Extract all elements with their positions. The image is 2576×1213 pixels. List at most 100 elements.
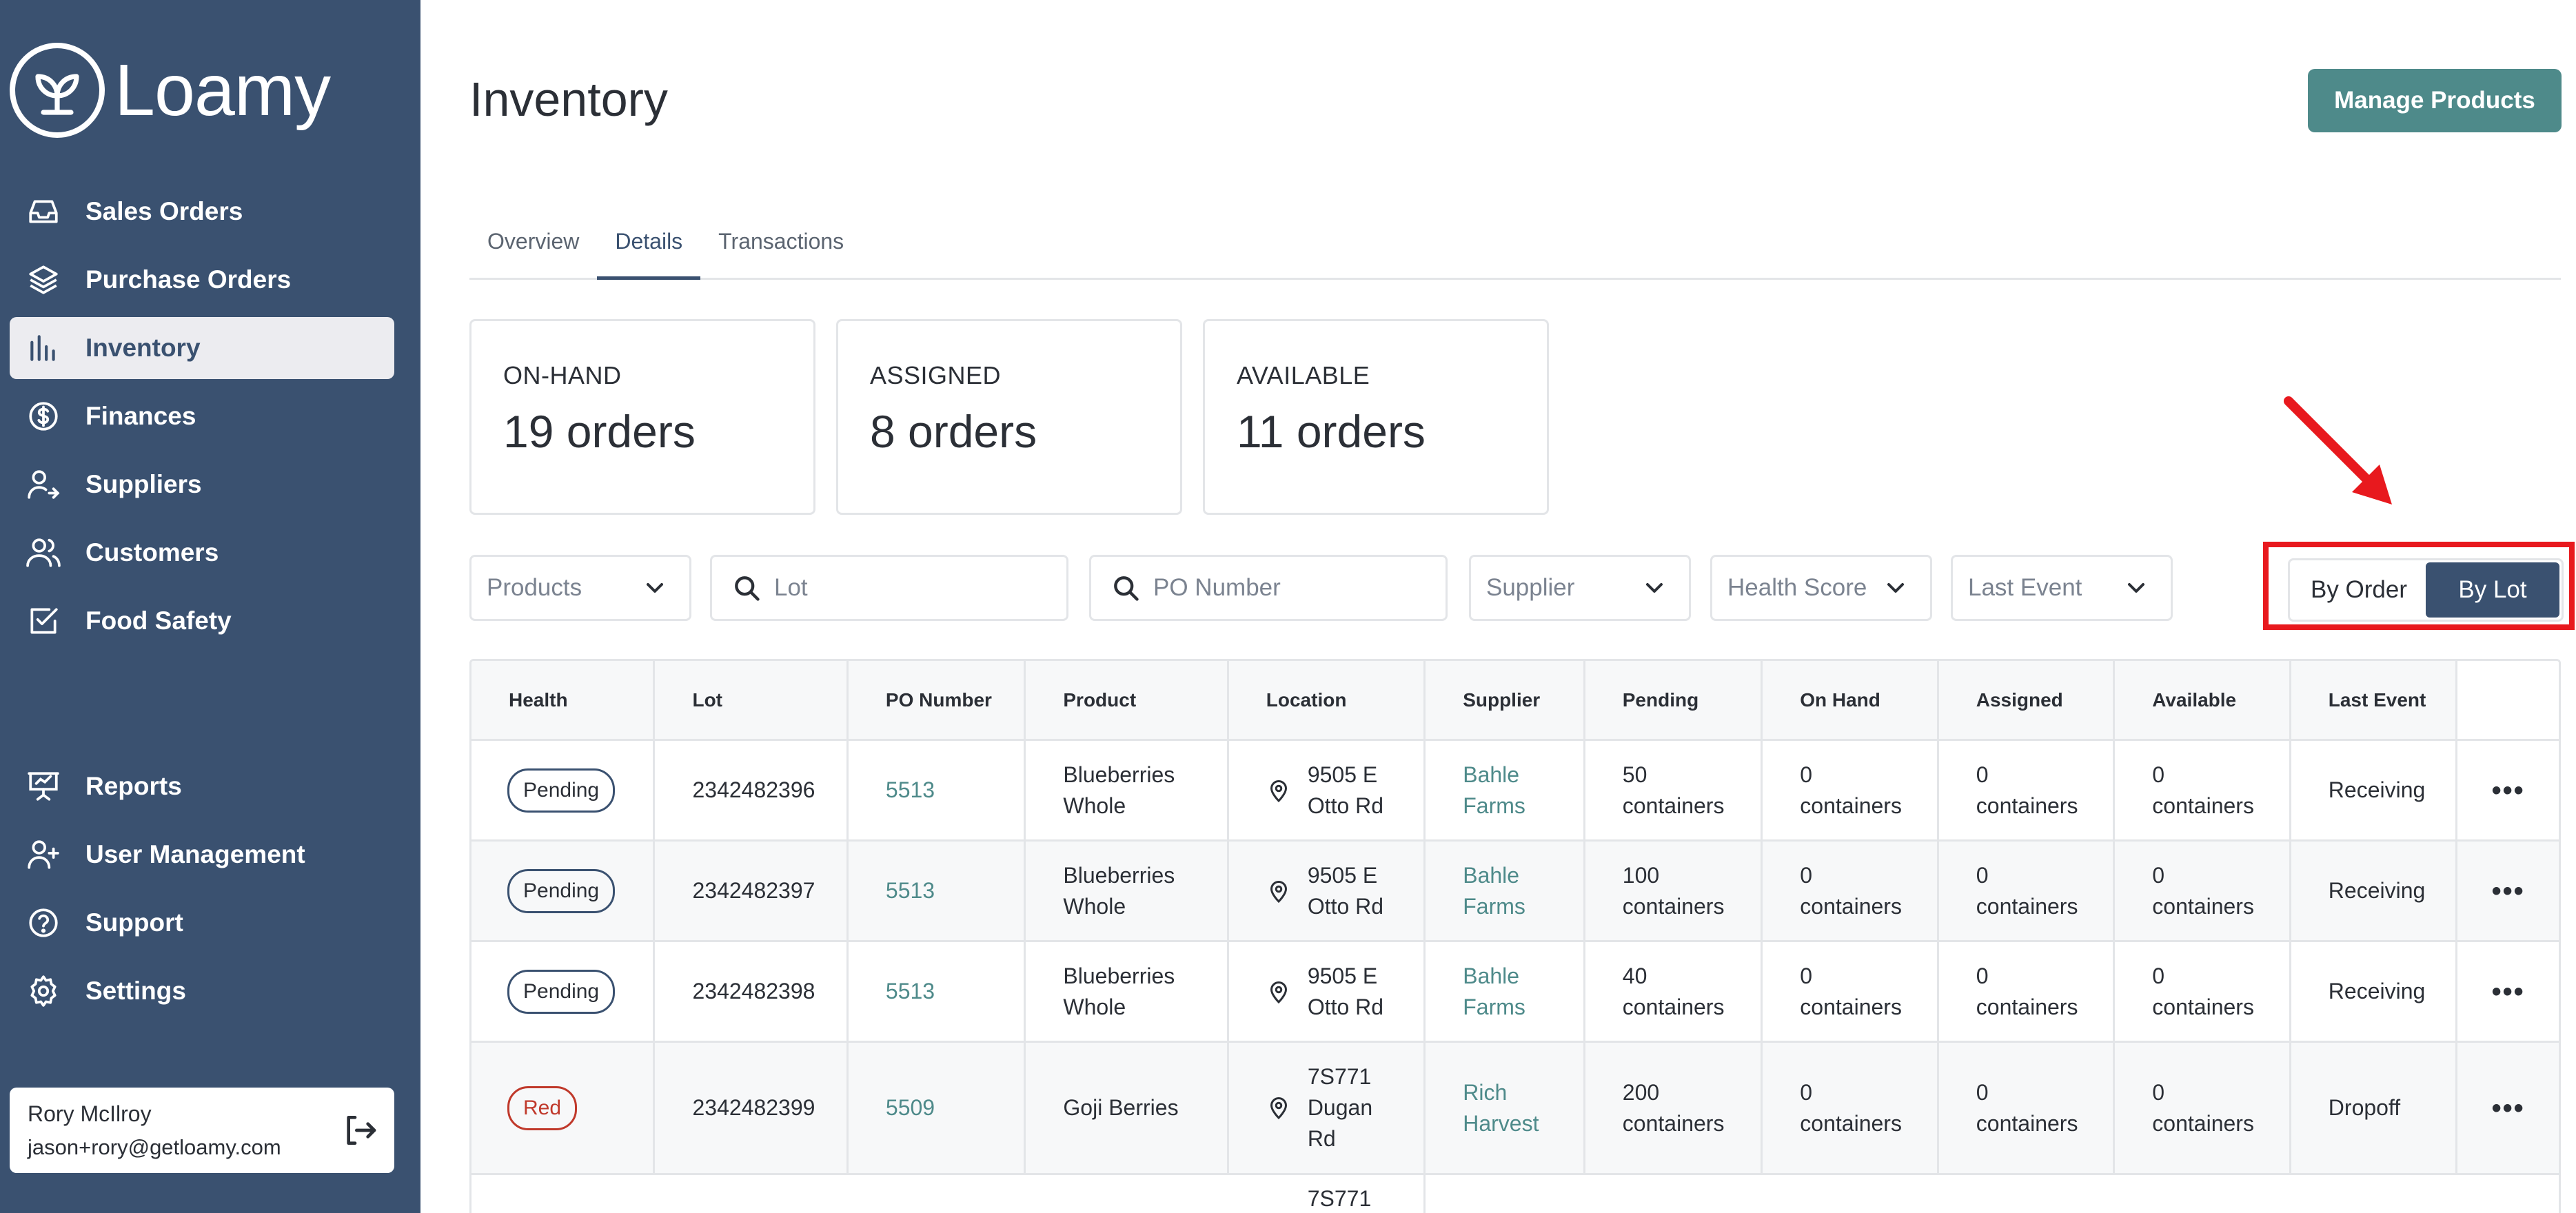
product-line: Blueberries [1063, 862, 1175, 888]
inventory-table: Health Lot PO Number Product Location Su… [469, 659, 2561, 1213]
column-header[interactable]: Assigned [1939, 661, 2116, 739]
location-line: Otto Rd [1307, 893, 1384, 919]
search-icon [1114, 576, 1139, 601]
location-cell: 9505 E Otto Rd [1229, 741, 1426, 839]
column-header[interactable]: Pending [1585, 661, 1763, 739]
po-number-link[interactable]: 5513 [849, 942, 1026, 1041]
column-header[interactable]: Supplier [1426, 661, 1585, 739]
location-cell: 7S771 Dugan Rd [1229, 1043, 1426, 1173]
sidebar-item-support[interactable]: Support [10, 892, 394, 954]
column-header[interactable]: Health [471, 661, 656, 739]
more-options-icon[interactable]: ••• [2457, 741, 2559, 839]
supplier-link[interactable]: Bahle Farms [1426, 741, 1585, 839]
map-pin-icon [1270, 981, 1287, 1003]
supplier-line: Bahle [1463, 862, 1520, 888]
by-lot-button[interactable]: By Lot [2426, 562, 2559, 618]
unit: containers [1622, 793, 1725, 818]
unit: containers [1622, 1110, 1725, 1136]
unit: containers [1622, 893, 1725, 919]
last-event-cell: Receiving [2291, 942, 2458, 1041]
sidebar-item-sales-orders[interactable]: Sales Orders [10, 181, 394, 243]
table-row[interactable]: 7S771 [471, 1175, 2559, 1213]
table-row[interactable]: Pending 2342482397 5513 Blueberries Whole… [471, 842, 2559, 942]
column-header[interactable]: On Hand [1763, 661, 1939, 739]
highlight-box: By Order By Lot [2263, 542, 2575, 630]
red-arrow-annotation [2284, 396, 2392, 504]
location-line: 9505 E [1307, 862, 1378, 888]
last-event-select[interactable]: Last Event [1951, 555, 2173, 621]
location-line: Otto Rd [1307, 994, 1384, 1019]
bar-chart-icon [22, 327, 65, 369]
column-header[interactable]: Lot [655, 661, 849, 739]
unit: containers [1976, 793, 2078, 818]
health-cell: Red [471, 1043, 656, 1173]
tab-transactions[interactable]: Transactions [700, 204, 862, 280]
sidebar-item-label: Food Safety [85, 606, 232, 635]
sidebar-item-purchase-orders[interactable]: Purchase Orders [10, 249, 394, 311]
sidebar-item-user-management[interactable]: User Management [10, 824, 394, 886]
logout-icon[interactable] [341, 1111, 379, 1150]
sidebar-item-label: Settings [85, 977, 186, 1005]
health-cell: Pending [471, 741, 656, 839]
qty: 0 [1976, 862, 1989, 888]
manage-products-button[interactable]: Manage Products [2308, 69, 2562, 132]
map-pin-icon [1270, 779, 1287, 802]
qty: 0 [2152, 963, 2165, 988]
sidebar-item-label: Purchase Orders [85, 265, 292, 294]
tab-overview[interactable]: Overview [469, 204, 597, 280]
check-square-icon [22, 600, 65, 642]
on-hand-cell: 0 containers [1763, 942, 1939, 1041]
card-value: 11 orders [1237, 406, 1426, 457]
column-header[interactable]: PO Number [849, 661, 1026, 739]
more-options-icon[interactable]: ••• [2457, 842, 2559, 940]
leaf-logo-icon [10, 43, 105, 138]
more-options-icon[interactable]: ••• [2457, 1043, 2559, 1173]
product-line: Whole [1063, 994, 1126, 1019]
column-header[interactable]: Location [1229, 661, 1426, 739]
table-row[interactable]: Pending 2342482396 5513 Blueberries Whole… [471, 741, 2559, 842]
sidebar-item-settings[interactable]: Settings [10, 960, 394, 1022]
qty: 0 [2152, 862, 2165, 888]
supplier-link[interactable]: Bahle Farms [1426, 842, 1585, 940]
qty: 0 [2152, 1079, 2165, 1105]
available-cell: 0 containers [2115, 741, 2291, 839]
column-header[interactable]: Available [2115, 661, 2291, 739]
tab-details[interactable]: Details [597, 204, 701, 280]
products-select[interactable]: Products [469, 555, 691, 621]
sidebar-item-label: Sales Orders [85, 197, 243, 225]
table-header: Health Lot PO Number Product Location Su… [471, 661, 2559, 741]
lot-search-input[interactable]: Lot [710, 555, 1068, 621]
sidebar-item-suppliers[interactable]: Suppliers [10, 453, 394, 516]
lot-cell: 2342482399 [655, 1043, 849, 1173]
supplier-select[interactable]: Supplier [1469, 555, 1691, 621]
supplier-link[interactable]: Bahle Farms [1426, 942, 1585, 1041]
table-row[interactable]: Pending 2342482398 5513 Blueberries Whole… [471, 942, 2559, 1043]
secondary-nav: Reports User Management Support Settings [10, 755, 394, 1028]
unit: containers [1800, 1110, 1902, 1136]
more-options-icon[interactable]: ••• [2457, 942, 2559, 1041]
table-row[interactable]: Red 2342482399 5509 Goji Berries 7S771 Du… [471, 1043, 2559, 1175]
sidebar-item-inventory[interactable]: Inventory [10, 317, 394, 379]
by-order-button[interactable]: By Order [2292, 562, 2426, 618]
sidebar-item-customers[interactable]: Customers [10, 522, 394, 584]
po-number-link[interactable]: 5513 [849, 741, 1026, 839]
health-score-select[interactable]: Health Score [1710, 555, 1932, 621]
help-circle-icon [22, 901, 65, 944]
column-header[interactable]: Last Event [2291, 661, 2458, 739]
sidebar-item-finances[interactable]: Finances [10, 385, 394, 447]
status-badge: Pending [507, 969, 616, 1014]
unit: containers [2152, 1110, 2254, 1136]
supplier-link[interactable]: Rich Harvest [1426, 1043, 1585, 1173]
unit: containers [1800, 793, 1902, 818]
brand-logo[interactable]: Loamy [10, 43, 331, 138]
sidebar-item-reports[interactable]: Reports [10, 755, 394, 817]
sidebar-item-food-safety[interactable]: Food Safety [10, 590, 394, 652]
map-pin-icon [1270, 880, 1287, 903]
po-number-link[interactable]: 5509 [849, 1043, 1026, 1173]
product-cell: Blueberries Whole [1026, 741, 1229, 839]
po-number-search-input[interactable]: PO Number [1089, 555, 1448, 621]
column-header[interactable]: Product [1026, 661, 1229, 739]
available-card: AVAILABLE 11 orders [1203, 319, 1549, 515]
po-number-link[interactable]: 5513 [849, 842, 1026, 940]
unit: containers [1622, 994, 1725, 1019]
